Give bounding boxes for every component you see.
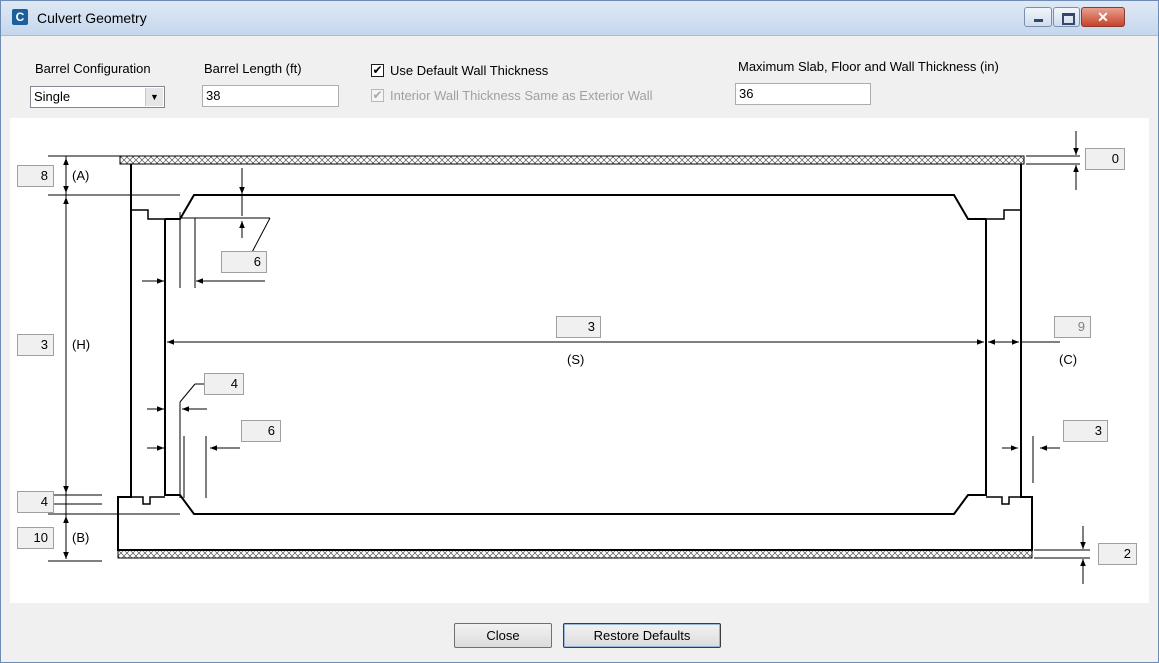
barrel-configuration-value: Single	[34, 89, 71, 104]
barrel-length-input[interactable]: 38	[202, 85, 339, 107]
top-slab-label: (A)	[72, 168, 90, 183]
top-fill-input[interactable]: 0	[1085, 148, 1125, 170]
height-label: (H)	[72, 337, 91, 352]
interior-wall-same-checkbox[interactable]: ✔	[371, 89, 384, 102]
top-slab-input[interactable]: 8	[17, 165, 54, 187]
exterior-wall-label: (C)	[1059, 352, 1078, 367]
close-window-button[interactable]: ✕	[1081, 7, 1125, 27]
maximize-button[interactable]	[1053, 7, 1080, 27]
restore-defaults-button[interactable]: Restore Defaults	[563, 623, 721, 648]
chevron-down-icon[interactable]: ▼	[145, 88, 163, 106]
window-title: Culvert Geometry	[37, 10, 147, 26]
top-haunch-vertical-input[interactable]: 6	[221, 251, 267, 273]
title-bar[interactable]: C Culvert Geometry ✕	[1, 1, 1158, 36]
close-button[interactable]: Close	[454, 623, 552, 648]
right-offset-input[interactable]: 3	[1063, 420, 1108, 442]
span-label: (S)	[567, 352, 585, 367]
use-default-wall-checkbox[interactable]: ✔	[371, 64, 384, 77]
interior-haunch-input[interactable]: 4	[204, 373, 244, 395]
bottom-fill-input[interactable]: 2	[1098, 543, 1137, 565]
exterior-wall-input[interactable]: 9	[1054, 316, 1091, 338]
culvert-geometry-window: C Culvert Geometry ✕ Barrel Configuratio…	[0, 0, 1159, 663]
barrel-configuration-label: Barrel Configuration	[35, 61, 151, 76]
barrel-length-label: Barrel Length (ft)	[204, 61, 302, 76]
minimize-button[interactable]	[1024, 7, 1052, 27]
max-thickness-input[interactable]: 36	[735, 83, 871, 105]
maximize-icon	[1062, 13, 1075, 25]
bottom-slab-label: (B)	[72, 530, 90, 545]
bottom-haunch-horizontal-input[interactable]: 6	[241, 420, 281, 442]
minimize-icon	[1034, 19, 1043, 22]
close-icon: ✕	[1097, 9, 1109, 25]
span-input[interactable]: 3	[556, 316, 601, 338]
bottom-haunch-input[interactable]: 4	[17, 491, 54, 513]
max-thickness-label: Maximum Slab, Floor and Wall Thickness (…	[738, 59, 999, 74]
bottom-slab-input[interactable]: 10	[17, 527, 54, 549]
height-input[interactable]: 3	[17, 334, 54, 356]
culvert-drawing-canvas: 8 (A) 3 (H) 4 10 (B) 6 3 (S) 9 (C) 0 4 6…	[10, 118, 1149, 603]
interior-wall-same-label: Interior Wall Thickness Same as Exterior…	[390, 88, 653, 103]
use-default-wall-label: Use Default Wall Thickness	[390, 63, 549, 78]
barrel-configuration-select[interactable]: Single ▼	[30, 86, 165, 108]
culvert-app-icon: C	[12, 9, 28, 25]
